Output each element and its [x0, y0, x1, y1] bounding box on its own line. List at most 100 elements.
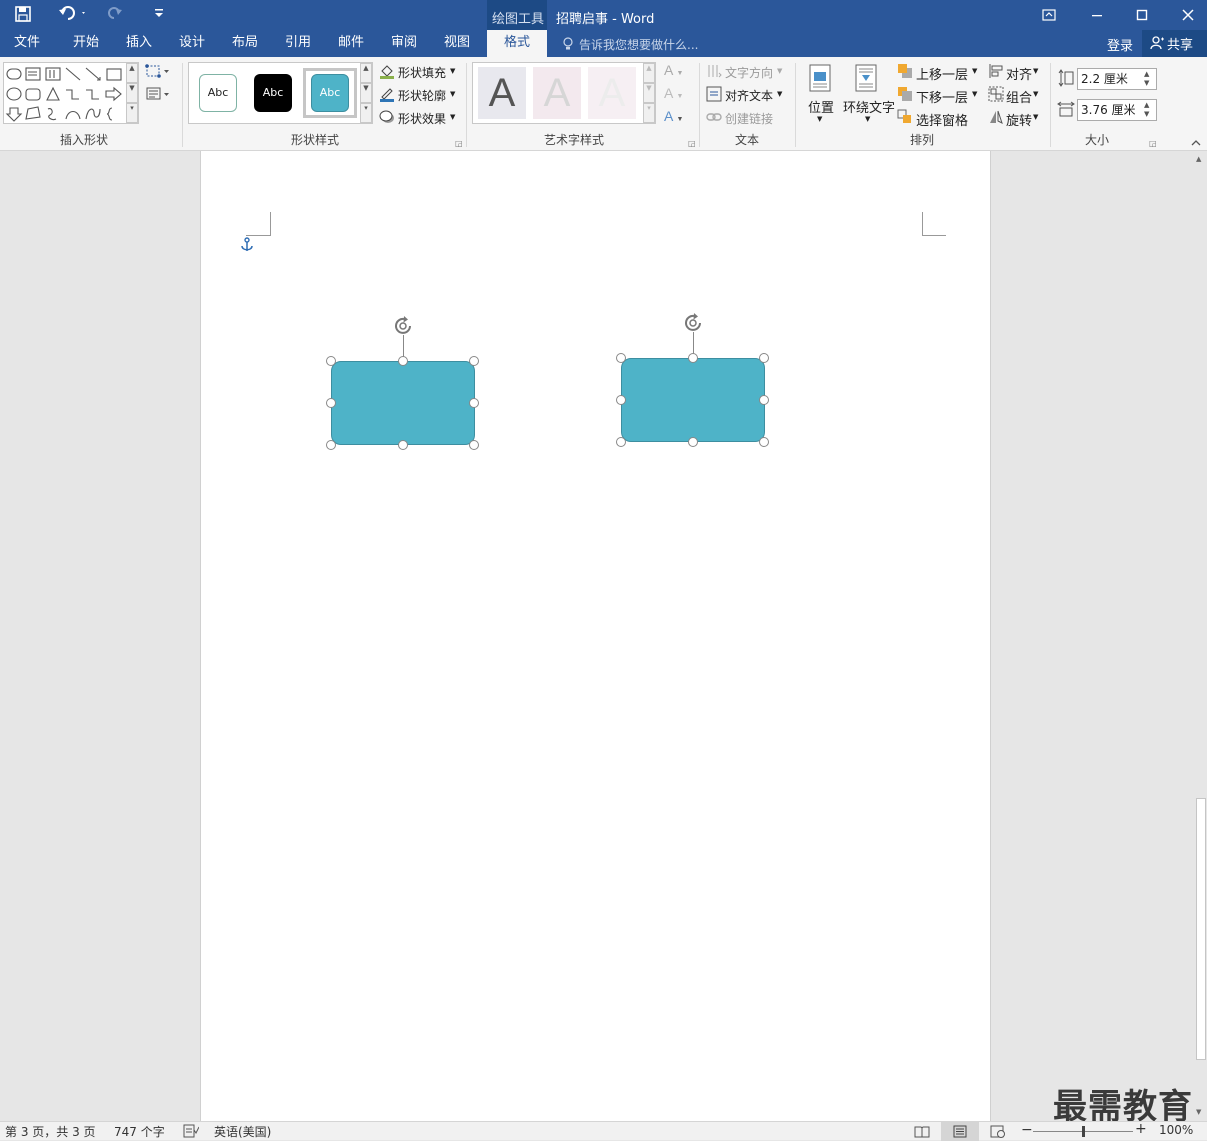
rounded-rectangle-shape[interactable]: [331, 361, 475, 445]
resize-handle[interactable]: [616, 437, 626, 447]
shapes-gallery[interactable]: ▲ ▼ ▾: [3, 62, 139, 124]
wordart-style-1[interactable]: A: [478, 67, 526, 119]
collapse-ribbon-icon[interactable]: [1190, 137, 1202, 147]
close-icon[interactable]: [1165, 0, 1207, 30]
resize-handle[interactable]: [326, 440, 336, 450]
undo-icon[interactable]: [58, 5, 88, 25]
page-count[interactable]: 第 3 页，共 3 页: [5, 1123, 96, 1140]
tab-review[interactable]: 审阅: [378, 30, 430, 57]
wrap-text-icon[interactable]: [854, 64, 878, 92]
scroll-down-icon[interactable]: ▼: [1196, 1108, 1201, 1116]
tab-format[interactable]: 格式: [487, 30, 547, 57]
selection-pane-button[interactable]: 选择窗格: [916, 110, 968, 129]
resize-handle[interactable]: [469, 356, 479, 366]
shapes-scroll-up[interactable]: ▲: [126, 63, 138, 83]
ribbon-display-icon[interactable]: [1026, 0, 1072, 30]
rounded-rectangle-shape[interactable]: [621, 358, 765, 442]
dialog-launcher-icon[interactable]: ◲: [688, 139, 696, 148]
text-outline-icon[interactable]: A ▼: [664, 85, 683, 101]
shape-height-input[interactable]: 2.2 厘米 ▲ ▼: [1077, 68, 1157, 90]
login-link[interactable]: 登录: [1107, 35, 1133, 54]
tell-me-input[interactable]: 告诉我您想要做什么...: [579, 36, 698, 53]
style-thumb-outline[interactable]: Abc: [199, 74, 237, 112]
shape-1-group[interactable]: [326, 315, 479, 450]
shape-effects-button[interactable]: 形状效果: [398, 110, 446, 127]
resize-handle[interactable]: [759, 353, 769, 363]
zoom-slider[interactable]: [1033, 1126, 1133, 1137]
resize-handle[interactable]: [688, 353, 698, 363]
send-backward-button[interactable]: 下移一层: [916, 87, 968, 106]
rotate-handle-icon[interactable]: [681, 312, 707, 334]
resize-handle[interactable]: [616, 395, 626, 405]
group-button[interactable]: 组合: [1006, 87, 1032, 106]
zoom-out-button[interactable]: −: [1021, 1122, 1033, 1138]
resize-handle[interactable]: [398, 356, 408, 366]
styles-scroll-up[interactable]: ▲: [360, 63, 372, 83]
styles-scroll-down[interactable]: ▼: [360, 83, 372, 103]
wordart-gallery[interactable]: A A A ▲ ▼ ▾: [472, 62, 656, 124]
align-button[interactable]: 对齐: [1006, 64, 1032, 83]
redo-icon[interactable]: [106, 5, 124, 25]
shape-icons[interactable]: [4, 63, 128, 123]
text-direction-button[interactable]: 文字方向: [725, 64, 773, 81]
wordart-scroll-down[interactable]: ▼: [643, 83, 655, 103]
rotate-handle-icon[interactable]: [391, 315, 417, 337]
minimize-icon[interactable]: [1074, 0, 1120, 30]
anchor-icon[interactable]: [240, 237, 254, 253]
tab-view[interactable]: 视图: [431, 30, 483, 57]
spin-arrows-icon[interactable]: ▲ ▼: [1144, 101, 1149, 119]
wordart-more[interactable]: ▾: [643, 103, 655, 123]
resize-handle[interactable]: [616, 353, 626, 363]
tab-home[interactable]: 开始: [60, 30, 112, 57]
zoom-slider-thumb[interactable]: [1082, 1126, 1085, 1137]
position-button[interactable]: 位置: [808, 97, 834, 116]
language-indicator[interactable]: 英语(美国): [214, 1123, 271, 1140]
spin-arrows-icon[interactable]: ▲ ▼: [1144, 70, 1149, 88]
tab-design[interactable]: 设计: [166, 30, 218, 57]
scroll-thumb[interactable]: [1196, 798, 1206, 1060]
tab-layout[interactable]: 布局: [219, 30, 271, 57]
zoom-in-button[interactable]: +: [1135, 1121, 1147, 1137]
shapes-scroll-down[interactable]: ▼: [126, 83, 138, 103]
shape-fill-button[interactable]: 形状填充: [398, 64, 446, 81]
resize-handle[interactable]: [688, 437, 698, 447]
tab-file[interactable]: 文件: [0, 30, 54, 57]
position-icon[interactable]: [808, 64, 832, 92]
shapes-more[interactable]: ▾: [126, 103, 138, 123]
customize-toolbar-icon[interactable]: [152, 6, 166, 20]
read-mode-icon[interactable]: [914, 1125, 930, 1138]
resize-handle[interactable]: [759, 437, 769, 447]
zoom-level[interactable]: 100%: [1159, 1123, 1193, 1137]
resize-handle[interactable]: [469, 440, 479, 450]
proofing-icon[interactable]: [183, 1124, 200, 1138]
resize-handle[interactable]: [326, 356, 336, 366]
wordart-style-2[interactable]: A: [533, 67, 581, 119]
scroll-up-icon[interactable]: ▲: [1196, 155, 1201, 163]
styles-more[interactable]: ▾: [360, 103, 372, 123]
dialog-launcher-icon[interactable]: ◲: [1149, 139, 1157, 148]
shape-width-input[interactable]: 3.76 厘米 ▲ ▼: [1077, 99, 1157, 121]
style-thumb-black[interactable]: Abc: [254, 74, 292, 112]
save-icon[interactable]: [14, 5, 34, 25]
dialog-launcher-icon[interactable]: ◲: [455, 139, 463, 148]
resize-handle[interactable]: [759, 395, 769, 405]
document-page[interactable]: [200, 151, 991, 1121]
style-thumb-teal-selected[interactable]: Abc: [303, 68, 357, 118]
shape-outline-button[interactable]: 形状轮廓: [398, 87, 446, 104]
vertical-scrollbar[interactable]: ▲ ▼: [1195, 151, 1207, 1121]
text-fill-icon[interactable]: A ▼: [664, 62, 683, 78]
bring-forward-button[interactable]: 上移一层: [916, 64, 968, 83]
wordart-style-3[interactable]: A: [588, 67, 636, 119]
rotate-button[interactable]: 旋转: [1006, 110, 1032, 129]
align-text-button[interactable]: 对齐文本: [725, 87, 773, 104]
tab-mailings[interactable]: 邮件: [325, 30, 377, 57]
resize-handle[interactable]: [469, 398, 479, 408]
shape-2-group[interactable]: [616, 312, 769, 447]
resize-handle[interactable]: [398, 440, 408, 450]
create-link-button[interactable]: 创建链接: [725, 110, 773, 127]
shape-styles-gallery[interactable]: Abc Abc Abc ▲ ▼ ▾: [188, 62, 373, 124]
maximize-icon[interactable]: [1119, 0, 1165, 30]
wordart-scroll-up[interactable]: ▲: [643, 63, 655, 83]
edit-shape-icon[interactable]: [145, 63, 171, 79]
wrap-text-button[interactable]: 环绕文字: [843, 97, 895, 116]
